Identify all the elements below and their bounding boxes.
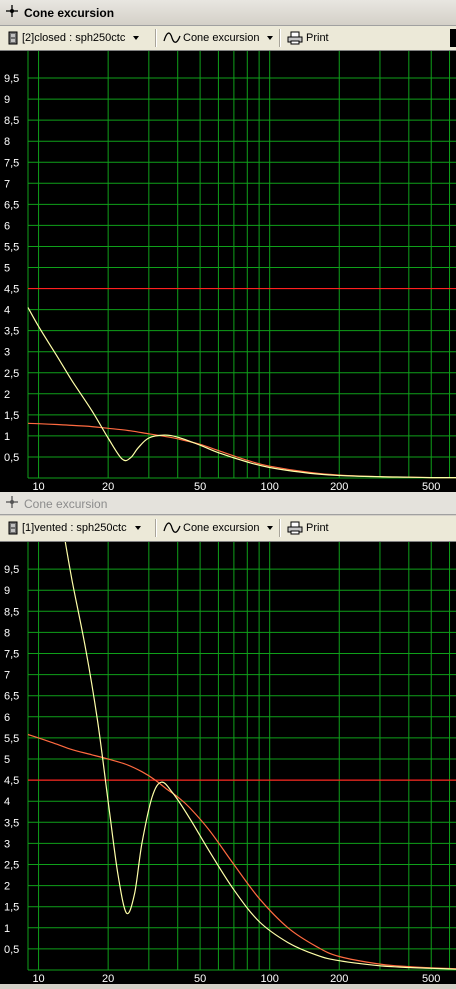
series-line: [27, 307, 456, 479]
print-label: Print: [306, 522, 329, 534]
y-tick-label: 3: [4, 347, 10, 359]
y-tick-label: 7,5: [4, 157, 19, 169]
print-button[interactable]: Print: [287, 28, 329, 48]
x-tick-label: 100: [261, 481, 279, 492]
y-tick-label: 2: [4, 881, 10, 893]
y-tick-label: 6,5: [4, 199, 19, 211]
y-tick-label: 8: [4, 627, 10, 639]
y-tick-label: 2: [4, 389, 10, 401]
y-tick-label: 5: [4, 754, 10, 766]
x-tick-label: 50: [194, 973, 206, 984]
printer-icon: [287, 31, 303, 45]
y-tick-label: 0,5: [4, 452, 19, 464]
y-tick-label: 2,5: [4, 860, 19, 872]
source-label: [2]closed : sph250ctc: [22, 32, 126, 44]
speaker-icon: [8, 31, 18, 45]
toolbar-separator: [155, 29, 157, 47]
y-tick-label: 8,5: [4, 606, 19, 618]
print-button[interactable]: Print: [287, 518, 329, 538]
y-tick-label: 3,5: [4, 817, 19, 829]
source-dropdown[interactable]: [2]closed : sph250ctc: [8, 28, 140, 48]
chevron-down-icon: [267, 526, 274, 530]
chevron-down-icon: [267, 36, 274, 40]
y-tick-label: 9: [4, 94, 10, 106]
y-tick-label: 1: [4, 431, 10, 443]
y-tick-label: 4,5: [4, 775, 19, 787]
toolbar-separator: [155, 519, 157, 537]
y-tick-label: 4: [4, 796, 10, 808]
chart-window-vented: Cone excursion [1]vented : sph250ctc Con…: [0, 492, 456, 985]
y-tick-label: 6: [4, 220, 10, 232]
y-tick-label: 0,5: [4, 944, 19, 956]
y-tick-label: 6: [4, 712, 10, 724]
toolbar-edge: [450, 29, 456, 47]
y-tick-label: 7: [4, 670, 10, 682]
chart-window-closed: Cone excursion [2]closed : sph250ctc Con…: [0, 0, 456, 493]
series-line: [27, 733, 456, 970]
y-tick-label: 4,5: [4, 284, 19, 296]
y-tick-label: 6,5: [4, 691, 19, 703]
chevron-down-icon: [134, 526, 141, 530]
y-tick-label: 2,5: [4, 368, 19, 380]
view-dropdown[interactable]: Cone excursion: [163, 518, 274, 538]
printer-icon: [287, 521, 303, 535]
y-tick-label: 1,5: [4, 902, 19, 914]
pin-icon[interactable]: [5, 495, 19, 509]
x-tick-label: 500: [422, 973, 440, 984]
y-tick-label: 9: [4, 585, 10, 597]
excursion-chart: 0,5 1 1,5 2 2,5 3 3,5 4 4,5 5 5,5 6 6,5 7 7,5 8 8,5 9 9,5 1…: [0, 51, 456, 493]
excursion-chart: 0,5 1 1,5 2 2,5 3 3,5 4 4,5 5 5,5 6 6,5 7 7,5 8 8,5 9 9,5 1…: [0, 539, 456, 985]
toolbar-separator: [279, 29, 281, 47]
source-dropdown[interactable]: [1]vented : sph250ctc: [8, 518, 141, 538]
window-title: Cone excursion: [24, 497, 108, 511]
y-tick-label: 7,5: [4, 649, 19, 661]
x-tick-label: 20: [102, 481, 114, 492]
y-tick-label: 8,5: [4, 115, 19, 127]
view-dropdown[interactable]: Cone excursion: [163, 28, 274, 48]
x-tick-label: 100: [261, 973, 279, 984]
x-tick-label: 200: [330, 973, 348, 984]
x-tick-label: 50: [194, 481, 206, 492]
y-tick-label: 4: [4, 305, 10, 317]
x-tick-label: 500: [422, 481, 440, 492]
x-tick-label: 10: [32, 481, 44, 492]
toolbar-separator: [279, 519, 281, 537]
y-tick-label: 3,5: [4, 326, 19, 338]
y-tick-label: 1: [4, 923, 10, 935]
print-label: Print: [306, 32, 329, 44]
chevron-down-icon: [133, 36, 140, 40]
y-tick-label: 7: [4, 178, 10, 190]
y-tick-label: 9,5: [4, 73, 19, 85]
speaker-icon: [8, 521, 18, 535]
window-titlebar[interactable]: Cone excursion: [0, 0, 456, 26]
view-label: Cone excursion: [183, 32, 260, 44]
y-tick-label: 5,5: [4, 241, 19, 253]
y-tick-label: 3: [4, 838, 10, 850]
chart-svg: 0,5 1 1,5 2 2,5 3 3,5 4 4,5 5 5,5 6 6,5 7 7,5 8 8,5 9 9,5 1…: [4, 51, 456, 493]
toolbar: [2]closed : sph250ctc Cone excursion Pri…: [0, 26, 456, 51]
y-tick-label: 9,5: [4, 564, 19, 576]
pin-icon[interactable]: [5, 4, 19, 18]
x-tick-label: 200: [330, 481, 348, 492]
window-title: Cone excursion: [24, 6, 115, 20]
y-tick-label: 5,5: [4, 733, 19, 745]
toolbar: [1]vented : sph250ctc Cone excursion Pri…: [0, 516, 456, 542]
series-line: [64, 539, 456, 970]
view-label: Cone excursion: [183, 522, 260, 534]
y-tick-label: 1,5: [4, 410, 19, 422]
y-tick-label: 8: [4, 136, 10, 148]
wave-icon: [163, 32, 181, 43]
y-tick-label: 5: [4, 263, 10, 275]
wave-icon: [163, 522, 181, 533]
x-tick-label: 10: [32, 973, 44, 984]
series-line: [27, 422, 456, 479]
x-tick-label: 20: [102, 973, 114, 984]
window-titlebar[interactable]: Cone excursion: [0, 492, 456, 515]
source-label: [1]vented : sph250ctc: [22, 522, 127, 534]
chart-svg: 0,5 1 1,5 2 2,5 3 3,5 4 4,5 5 5,5 6 6,5 7 7,5 8 8,5 9 9,5 1…: [4, 539, 456, 985]
